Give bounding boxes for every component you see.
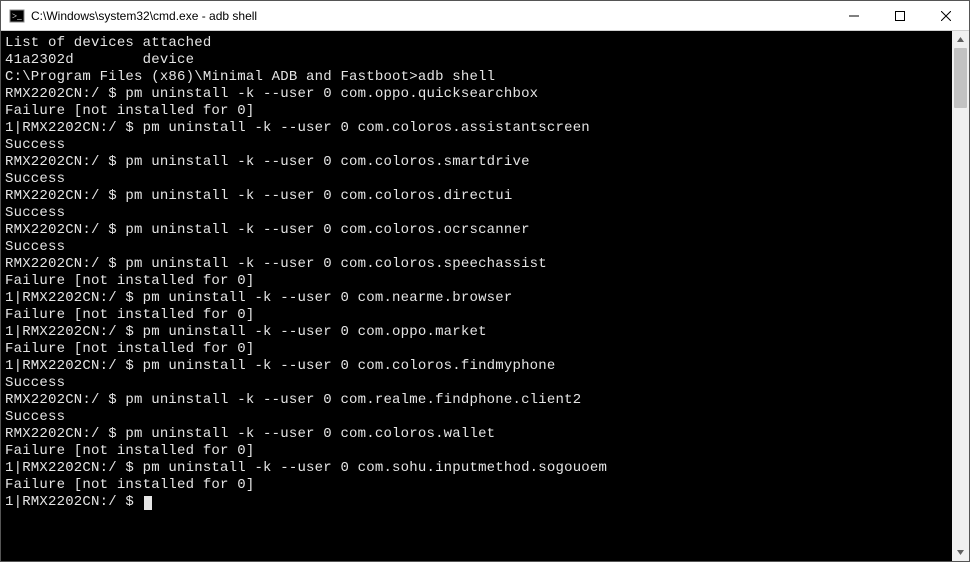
terminal-line: 1|RMX2202CN:/ $ pm uninstall -k --user 0… <box>5 324 946 341</box>
scroll-track[interactable] <box>952 48 969 544</box>
terminal-line: RMX2202CN:/ $ pm uninstall -k --user 0 c… <box>5 392 946 409</box>
terminal-line: RMX2202CN:/ $ pm uninstall -k --user 0 c… <box>5 154 946 171</box>
scroll-up-button[interactable] <box>952 31 969 48</box>
scroll-thumb[interactable] <box>954 48 967 108</box>
terminal-line: Failure [not installed for 0] <box>5 341 946 358</box>
terminal-line: Failure [not installed for 0] <box>5 103 946 120</box>
scroll-down-button[interactable] <box>952 544 969 561</box>
close-button[interactable] <box>923 1 969 31</box>
terminal-line: Success <box>5 239 946 256</box>
terminal-line: Failure [not installed for 0] <box>5 273 946 290</box>
window-title: C:\Windows\system32\cmd.exe - adb shell <box>31 9 257 23</box>
titlebar[interactable]: >_ C:\Windows\system32\cmd.exe - adb she… <box>1 1 969 31</box>
cmd-window: >_ C:\Windows\system32\cmd.exe - adb she… <box>0 0 970 562</box>
terminal-line: Success <box>5 137 946 154</box>
terminal-line: RMX2202CN:/ $ pm uninstall -k --user 0 c… <box>5 86 946 103</box>
terminal-line: RMX2202CN:/ $ pm uninstall -k --user 0 c… <box>5 188 946 205</box>
terminal-line: Success <box>5 409 946 426</box>
vertical-scrollbar[interactable] <box>952 31 969 561</box>
terminal-line: RMX2202CN:/ $ pm uninstall -k --user 0 c… <box>5 426 946 443</box>
terminal-line: Failure [not installed for 0] <box>5 443 946 460</box>
svg-text:>_: >_ <box>12 11 22 21</box>
cmd-icon: >_ <box>9 8 25 24</box>
terminal-line: Success <box>5 205 946 222</box>
terminal-line: Failure [not installed for 0] <box>5 307 946 324</box>
terminal-line: RMX2202CN:/ $ pm uninstall -k --user 0 c… <box>5 256 946 273</box>
terminal-line: 1|RMX2202CN:/ $ pm uninstall -k --user 0… <box>5 460 946 477</box>
maximize-button[interactable] <box>877 1 923 31</box>
terminal-line: 1|RMX2202CN:/ $ <box>5 494 946 511</box>
terminal-output[interactable]: List of devices attached41a2302d deviceC… <box>1 31 952 561</box>
client-area: List of devices attached41a2302d deviceC… <box>1 31 969 561</box>
terminal-line: Success <box>5 375 946 392</box>
terminal-line: Failure [not installed for 0] <box>5 477 946 494</box>
terminal-line: Success <box>5 171 946 188</box>
terminal-line: 1|RMX2202CN:/ $ pm uninstall -k --user 0… <box>5 290 946 307</box>
terminal-line: List of devices attached <box>5 35 946 52</box>
terminal-line: 1|RMX2202CN:/ $ pm uninstall -k --user 0… <box>5 358 946 375</box>
terminal-line: 1|RMX2202CN:/ $ pm uninstall -k --user 0… <box>5 120 946 137</box>
cursor <box>144 496 152 510</box>
terminal-line: C:\Program Files (x86)\Minimal ADB and F… <box>5 69 946 86</box>
terminal-line: RMX2202CN:/ $ pm uninstall -k --user 0 c… <box>5 222 946 239</box>
terminal-line: 41a2302d device <box>5 52 946 69</box>
minimize-button[interactable] <box>831 1 877 31</box>
